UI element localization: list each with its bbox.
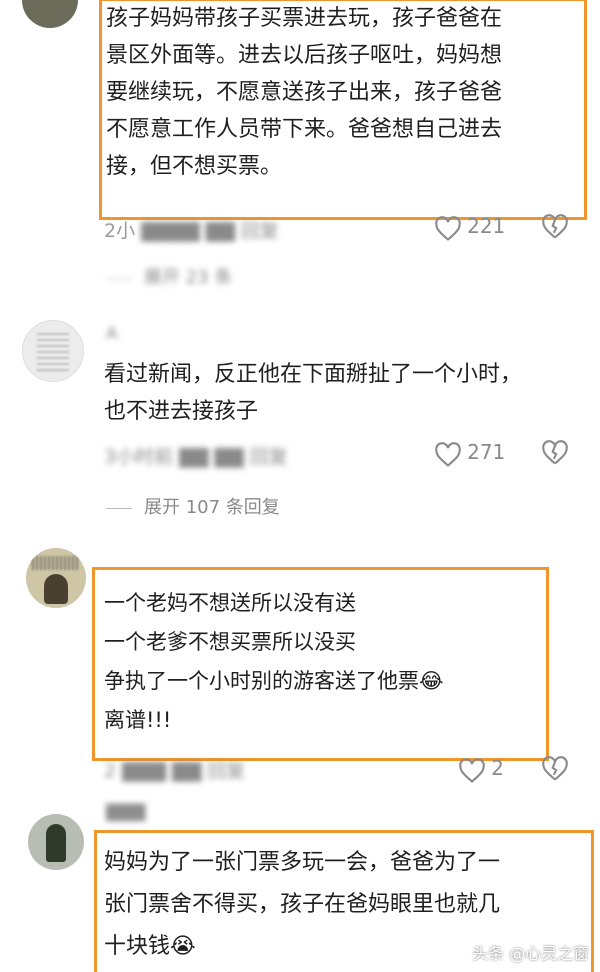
avatar-image bbox=[44, 574, 68, 604]
comment-line: 接，但不想买票。 bbox=[106, 154, 283, 179]
watermark: 头条 @心灵之窗 bbox=[472, 944, 590, 963]
comment-line: 一个老妈不想送所以没有送 bbox=[104, 591, 356, 615]
broken-heart-icon bbox=[542, 440, 568, 465]
dislike-button[interactable] bbox=[541, 214, 569, 244]
location: ▇▇▇▇ ▇▇ bbox=[141, 220, 235, 242]
comment-line: 张门票舍不得买，孩子在爸妈眼里也就几 bbox=[104, 892, 501, 917]
comment-line: 要继续玩，不愿意送孩子出来，孩子爸爸 bbox=[106, 80, 503, 105]
like-button[interactable]: 221 bbox=[434, 214, 505, 242]
reply-button[interactable]: 回复 bbox=[207, 760, 245, 782]
location: ▇▇▇ ▇▇ bbox=[122, 760, 202, 782]
divider bbox=[106, 277, 132, 279]
laughing-tears-emoji: 😂 bbox=[419, 669, 444, 693]
expand-replies[interactable]: 展开 107 条回复 bbox=[106, 493, 280, 519]
broken-heart-icon bbox=[542, 756, 568, 781]
timestamp: 2 bbox=[104, 760, 117, 782]
comment-line: 也不进去接孩子 bbox=[104, 399, 259, 424]
avatar-caption bbox=[32, 556, 80, 570]
timestamp: 2小 bbox=[104, 220, 136, 242]
divider bbox=[106, 507, 132, 509]
comment-line: 孩子妈妈带孩子买票进去玩，孩子爸爸在 bbox=[106, 6, 503, 31]
location: ▇▇ ▇▇ bbox=[179, 446, 244, 468]
avatar[interactable] bbox=[26, 548, 86, 608]
broken-heart-icon bbox=[542, 214, 568, 239]
timestamp: 3小时前 bbox=[104, 446, 174, 468]
comment-meta: 2小 ▇▇▇▇ ▇▇ 回复 bbox=[104, 216, 279, 243]
expand-replies[interactable]: 展开 23 条 bbox=[106, 263, 232, 289]
comment-line: 看过新闻，反正他在下面掰扯了一个小时， bbox=[104, 362, 523, 387]
user-name[interactable]: ▇▇▇ bbox=[106, 802, 145, 822]
comment-text: 一个老妈不想送所以没有送 一个老爹不想买票所以没买 争执了一个小时别的游客送了他… bbox=[104, 584, 544, 740]
like-count: 221 bbox=[467, 214, 506, 238]
dislike-button[interactable] bbox=[541, 440, 569, 470]
comment-text: 孩子妈妈带孩子买票进去玩，孩子爸爸在 景区外面等。进去以后孩子呕吐，妈妈想 要继… bbox=[106, 0, 584, 185]
reply-button[interactable]: 回复 bbox=[241, 220, 279, 242]
comment-line: 不愿意工作人员带下来。爸爸想自己进去 bbox=[106, 117, 503, 142]
comment-line: 离谱!!! bbox=[104, 708, 172, 732]
comment-line: 景区外面等。进去以后孩子呕吐，妈妈想 bbox=[106, 43, 503, 68]
heart-icon bbox=[435, 441, 461, 467]
comment-line: 争执了一个小时别的游客送了他票😂 bbox=[104, 669, 444, 693]
avatar-image bbox=[37, 331, 69, 371]
comment-line: 一个老爹不想买票所以没买 bbox=[104, 630, 356, 654]
avatar-image bbox=[46, 824, 66, 862]
like-count: 2 bbox=[491, 756, 504, 780]
avatar[interactable] bbox=[22, 0, 78, 28]
like-count: 271 bbox=[467, 440, 506, 464]
comment-line: 妈妈为了一张门票多玩一会，爸爸为了一 bbox=[104, 850, 501, 875]
comment-text: 看过新闻，反正他在下面掰扯了一个小时， 也不进去接孩子 bbox=[104, 356, 584, 430]
user-name[interactable]: A bbox=[106, 324, 118, 344]
heart-icon bbox=[459, 757, 485, 783]
avatar[interactable] bbox=[28, 814, 84, 870]
dislike-button[interactable] bbox=[541, 756, 569, 786]
heart-icon bbox=[435, 215, 461, 241]
like-button[interactable]: 271 bbox=[434, 440, 505, 468]
crying-emoji: 😭 bbox=[170, 934, 196, 959]
avatar[interactable] bbox=[22, 320, 84, 382]
comment-meta: 2 ▇▇▇ ▇▇ 回复 bbox=[104, 756, 245, 783]
like-button[interactable]: 2 bbox=[458, 756, 504, 784]
reply-button[interactable]: 回复 bbox=[250, 446, 288, 468]
comment-meta: 3小时前 ▇▇ ▇▇ 回复 bbox=[104, 442, 288, 469]
